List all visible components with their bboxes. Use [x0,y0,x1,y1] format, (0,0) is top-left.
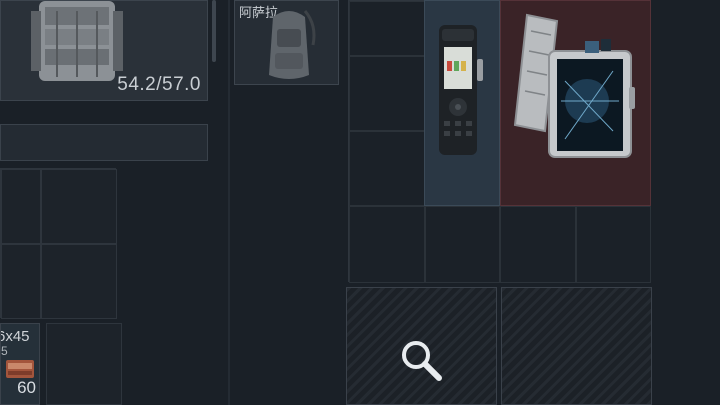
grid-cell[interactable] [424,206,500,283]
panel-divider [228,0,230,405]
grid-cell[interactable] [500,206,576,283]
armor-vest-icon [31,1,123,81]
grid-cell[interactable] [1,169,41,244]
item-voice-recorder[interactable] [424,0,500,206]
item-laptop-case[interactable] [500,0,651,206]
locked-slot[interactable] [501,287,652,405]
ammo-slot[interactable]: 6x45 5 60 [0,323,40,405]
grid-cell[interactable] [349,131,425,206]
grid-cell[interactable] [349,1,425,56]
inventory-slot[interactable] [46,323,122,405]
backpack-icon [269,10,316,79]
ammo-caliber: 6x45 [0,328,30,345]
grid-cell[interactable] [41,244,117,319]
backpack-slot[interactable]: 阿萨拉 [234,0,339,85]
ammo-count: 60 [17,378,36,397]
armor-slot[interactable]: 54.2/57.0 [0,0,208,101]
search-slot[interactable] [346,287,497,405]
pocket-grid [0,168,117,319]
grid-cell[interactable] [575,206,651,283]
grid-cell[interactable] [349,206,425,283]
search-icon [402,341,442,381]
armor-durability: 54.2/57.0 [117,74,201,95]
grid-cell[interactable] [1,244,41,319]
grid-cell[interactable] [349,56,425,131]
grid-cell[interactable] [41,169,117,244]
equipment-bar-slot[interactable] [0,124,208,161]
laptop-case-icon [513,13,635,158]
scrollbar-thumb[interactable] [212,0,216,62]
voice-recorder-icon [439,25,483,155]
